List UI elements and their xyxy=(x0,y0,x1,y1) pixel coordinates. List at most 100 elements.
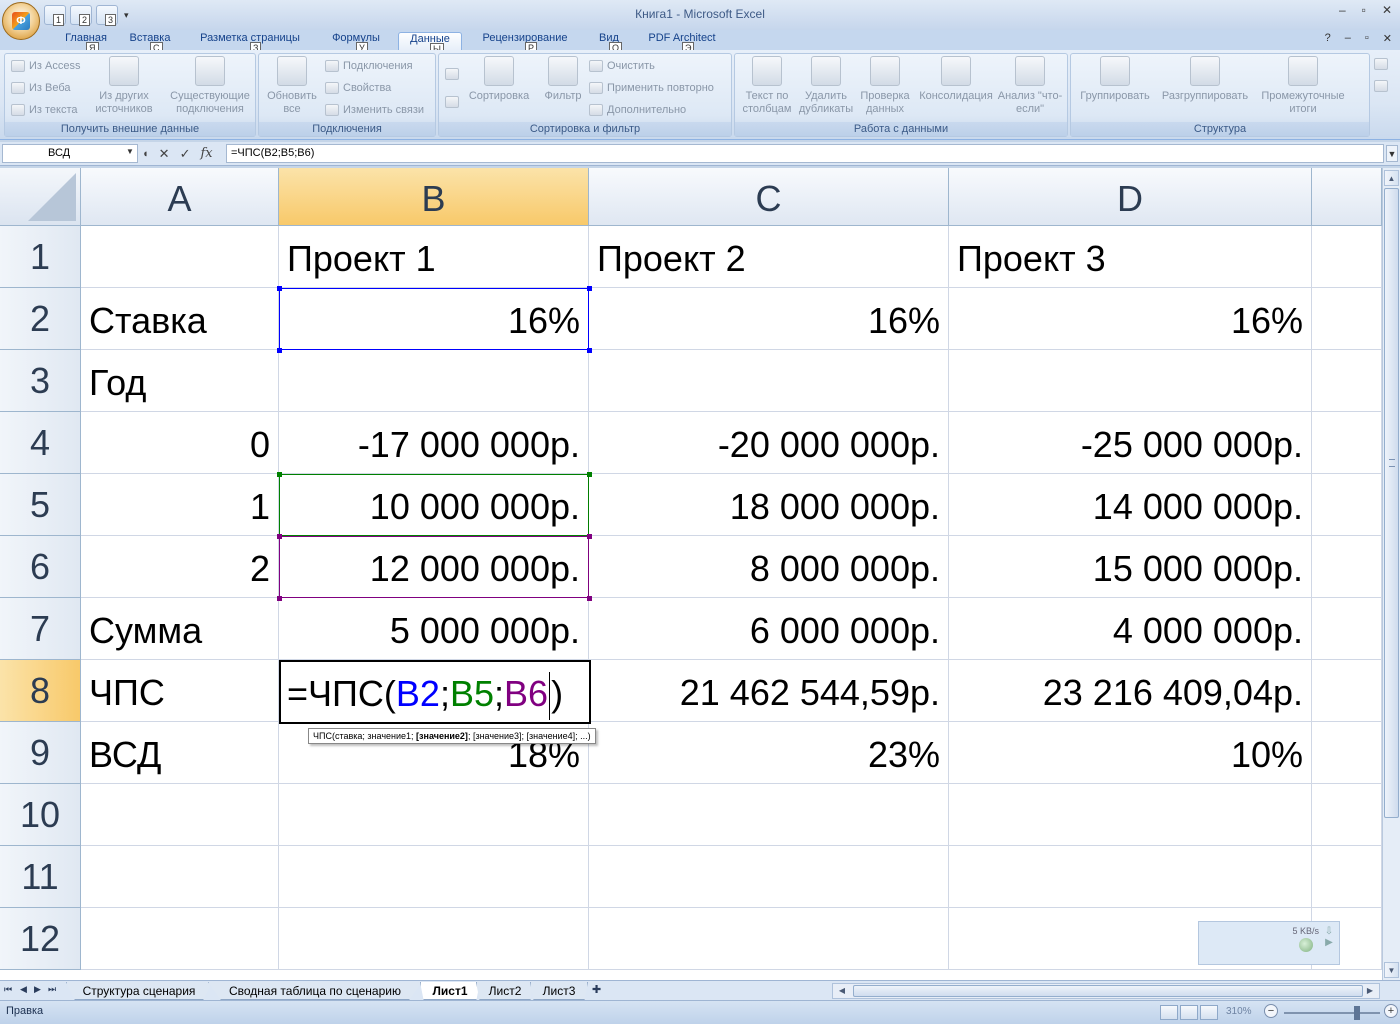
data-validation-button[interactable]: Проверка данных xyxy=(855,56,915,116)
sheet-tab[interactable]: Лист3 xyxy=(530,982,588,1000)
cell-a1[interactable] xyxy=(81,226,279,288)
help-icon[interactable]: ? xyxy=(1325,32,1331,45)
resize-handle[interactable] xyxy=(277,596,282,601)
sheet-tab-active[interactable]: Лист1 xyxy=(420,982,480,1000)
cell-e7[interactable] xyxy=(1312,598,1382,660)
cell-d3[interactable] xyxy=(949,350,1312,412)
cell-d4[interactable]: -25 000 000р. xyxy=(949,412,1312,474)
cell-b7[interactable]: 5 000 000р. xyxy=(279,598,589,660)
horizontal-scroll-thumb[interactable] xyxy=(853,985,1363,997)
cell-b12[interactable] xyxy=(279,908,589,970)
zoom-in-button[interactable]: + xyxy=(1384,1004,1398,1018)
scroll-left-icon[interactable]: ◀ xyxy=(835,984,849,998)
resize-handle[interactable] xyxy=(277,286,282,291)
cell-a3[interactable]: Год xyxy=(81,350,279,412)
row-header-8[interactable]: 8 xyxy=(0,660,81,722)
last-sheet-icon[interactable]: ⏭ xyxy=(48,984,56,995)
doc-close-button[interactable]: ✕ xyxy=(1383,32,1392,45)
row-header-7[interactable]: 7 xyxy=(0,598,81,660)
subtotal-button[interactable]: Промежуточные итоги xyxy=(1255,56,1351,116)
active-cell-editor[interactable]: =ЧПС(B2;B5;B6) xyxy=(279,660,591,724)
tab-data[interactable]: Данные Ы xyxy=(398,32,462,55)
from-web-button[interactable]: Из Веба xyxy=(11,82,71,94)
cell-e6[interactable] xyxy=(1312,536,1382,598)
scroll-right-icon[interactable]: ▶ xyxy=(1363,984,1377,998)
cell-a6[interactable]: 2 xyxy=(81,536,279,598)
scroll-down-icon[interactable]: ▼ xyxy=(1384,962,1399,978)
expand-formula-bar-icon[interactable]: ▼ xyxy=(1386,145,1398,162)
cell-d11[interactable] xyxy=(949,846,1312,908)
resize-handle[interactable] xyxy=(587,596,592,601)
normal-view-button[interactable] xyxy=(1160,1005,1178,1020)
column-header-e[interactable] xyxy=(1312,168,1382,226)
row-header-12[interactable]: 12 xyxy=(0,908,81,970)
widget-arrows-icon[interactable]: ⇩ ▶ xyxy=(1323,926,1335,962)
consolidate-button[interactable]: Консолидация xyxy=(915,56,997,103)
cancel-icon[interactable]: ✕ xyxy=(159,146,170,162)
tab-formulas[interactable]: Формулы У xyxy=(326,32,386,54)
from-access-button[interactable]: Из Access xyxy=(11,60,80,72)
cell-d10[interactable] xyxy=(949,784,1312,846)
column-header-a[interactable]: A xyxy=(81,168,279,226)
horizontal-scrollbar[interactable]: ◀ ▶ xyxy=(832,983,1380,999)
resize-handle[interactable] xyxy=(587,472,592,477)
resize-handle[interactable] xyxy=(587,348,592,353)
group-button[interactable]: Группировать xyxy=(1075,56,1155,103)
cell-b11[interactable] xyxy=(279,846,589,908)
cell-b10[interactable] xyxy=(279,784,589,846)
close-button[interactable]: ✕ xyxy=(1382,3,1392,17)
resize-handle[interactable] xyxy=(277,534,282,539)
cell-e5[interactable] xyxy=(1312,474,1382,536)
tab-pdf-architect[interactable]: PDF Architect Э xyxy=(644,32,720,54)
sort-button[interactable]: Сортировка xyxy=(465,56,533,103)
from-other-sources-button[interactable]: Из других источников xyxy=(91,56,157,116)
edit-links-button[interactable]: Изменить связи xyxy=(325,104,424,116)
cell-e9[interactable] xyxy=(1312,722,1382,784)
refresh-all-button[interactable]: Обновить все xyxy=(261,56,323,116)
cell-d1[interactable]: Проект 3 xyxy=(949,226,1312,288)
insert-sheet-icon[interactable]: ✚ xyxy=(592,983,601,996)
sheet-tab[interactable]: Лист2 xyxy=(476,982,534,1000)
cell-e8[interactable] xyxy=(1312,660,1382,722)
first-sheet-icon[interactable]: ⏮ xyxy=(4,984,12,995)
cell-a4[interactable]: 0 xyxy=(81,412,279,474)
resize-handle[interactable] xyxy=(587,286,592,291)
network-speed-widget[interactable]: 5 KB/s ⇩ ▶ xyxy=(1198,921,1340,965)
clear-filter-button[interactable]: Очистить xyxy=(589,60,655,72)
cell-b1[interactable]: Проект 1 xyxy=(279,226,589,288)
row-header-2[interactable]: 2 xyxy=(0,288,81,350)
row-header-11[interactable]: 11 xyxy=(0,846,81,908)
cell-b5[interactable]: 10 000 000р. xyxy=(279,474,589,536)
maximize-button[interactable]: ▫ xyxy=(1362,3,1366,17)
existing-connections-button[interactable]: Существующие подключения xyxy=(165,56,255,116)
cell-d5[interactable]: 14 000 000р. xyxy=(949,474,1312,536)
sheet-tab[interactable]: Структура сценария xyxy=(66,982,212,1000)
sheet-tab[interactable]: Сводная таблица по сценарию xyxy=(208,982,422,1000)
cell-c2[interactable]: 16% xyxy=(589,288,949,350)
resize-handle[interactable] xyxy=(277,348,282,353)
cell-e1[interactable] xyxy=(1312,226,1382,288)
doc-restore-button[interactable]: ▫ xyxy=(1365,32,1369,45)
sort-za-button[interactable] xyxy=(445,96,459,108)
cell-c1[interactable]: Проект 2 xyxy=(589,226,949,288)
ungroup-button[interactable]: Разгруппировать xyxy=(1157,56,1253,103)
vertical-scrollbar[interactable]: ▲ ▼ xyxy=(1382,168,1400,980)
remove-duplicates-button[interactable]: Удалить дубликаты xyxy=(797,56,855,116)
connections-button[interactable]: Подключения xyxy=(325,60,413,72)
cell-e11[interactable] xyxy=(1312,846,1382,908)
cell-c3[interactable] xyxy=(589,350,949,412)
reapply-button[interactable]: Применить повторно xyxy=(589,82,714,94)
cell-c6[interactable]: 8 000 000р. xyxy=(589,536,949,598)
cell-c11[interactable] xyxy=(589,846,949,908)
cell-a9[interactable]: ВСД xyxy=(81,722,279,784)
cell-d7[interactable]: 4 000 000р. xyxy=(949,598,1312,660)
doc-minimize-button[interactable]: – xyxy=(1345,32,1351,45)
resize-handle[interactable] xyxy=(587,534,592,539)
zoom-slider[interactable] xyxy=(1284,1006,1380,1020)
cell-e3[interactable] xyxy=(1312,350,1382,412)
cell-c10[interactable] xyxy=(589,784,949,846)
row-header-1[interactable]: 1 xyxy=(0,226,81,288)
resize-handle[interactable] xyxy=(277,472,282,477)
row-header-9[interactable]: 9 xyxy=(0,722,81,784)
tab-home[interactable]: Главная Я xyxy=(56,32,116,54)
